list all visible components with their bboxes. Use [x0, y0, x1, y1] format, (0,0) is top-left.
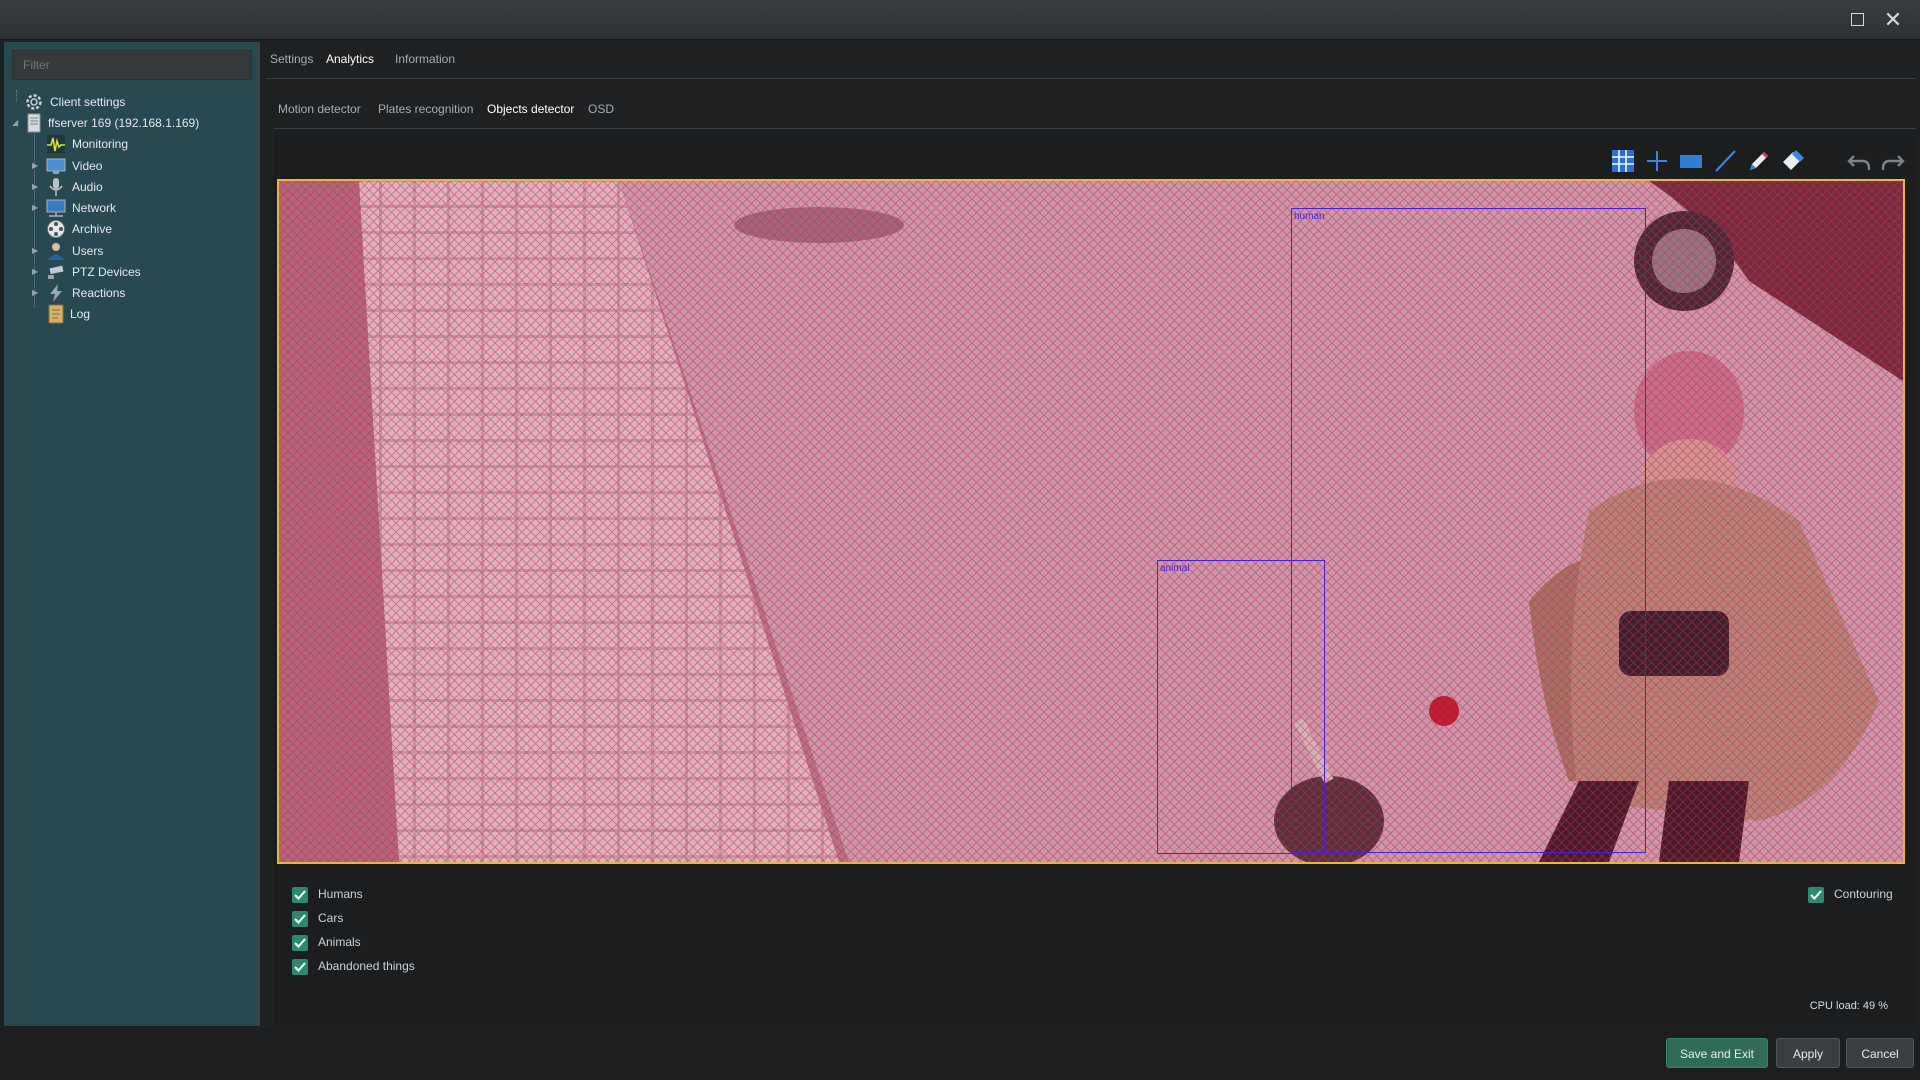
check-icon — [292, 959, 308, 975]
user-icon — [48, 243, 64, 260]
detection-label: animal — [1160, 563, 1190, 574]
chevron-down-icon[interactable]: ◢ — [12, 111, 22, 135]
checkbox-cars[interactable]: Cars — [292, 909, 492, 929]
checkbox-contouring[interactable]: Contouring — [1808, 885, 1904, 905]
divider — [266, 78, 1916, 79]
grid-icon[interactable] — [1610, 148, 1636, 174]
network-icon — [46, 199, 66, 217]
detection-box-animal: animal — [1157, 560, 1325, 854]
apply-button[interactable]: Apply — [1776, 1038, 1840, 1068]
checkbox-label: Humans — [318, 887, 363, 901]
checkbox-humans[interactable]: Humans — [292, 885, 492, 905]
checkbox-label: Cars — [318, 911, 344, 925]
settings-sidebar: Client settings ◢ ffserver 169 (192.168.… — [4, 42, 260, 1026]
checkbox-label: Contouring — [1834, 887, 1893, 901]
checkbox-animals[interactable]: Animals — [292, 933, 492, 953]
tree-item-label: Archive — [72, 222, 113, 236]
eraser-icon[interactable] — [1780, 148, 1806, 174]
subtab-objects-detector[interactable]: Objects detector — [487, 102, 574, 116]
detection-box-human: human — [1291, 208, 1646, 853]
close-button[interactable]: ✕ — [1882, 9, 1904, 31]
tree-item-label: Monitoring — [72, 137, 129, 151]
filter-input[interactable] — [12, 50, 252, 80]
checkbox-label: Abandoned things — [318, 959, 415, 973]
redo-icon[interactable] — [1880, 148, 1906, 174]
divider — [274, 128, 1916, 129]
zone-toolbar — [1610, 148, 1910, 174]
film-reel-icon — [47, 220, 65, 238]
tab-analytics[interactable]: Analytics — [326, 52, 374, 66]
cpu-load-status: CPU load: 49 % — [1809, 1000, 1888, 1012]
checkbox-label: Animals — [318, 935, 361, 949]
log-icon — [48, 304, 64, 324]
tab-settings[interactable]: Settings — [270, 52, 313, 66]
undo-icon[interactable] — [1846, 148, 1872, 174]
pencil-icon[interactable] — [1746, 148, 1772, 174]
camera-view[interactable]: human animal — [277, 179, 1905, 864]
check-icon — [292, 887, 308, 903]
monitor-icon — [46, 158, 66, 174]
checkbox-abandoned-things[interactable]: Abandoned things — [292, 957, 492, 977]
plus-icon[interactable] — [1644, 148, 1670, 174]
ptz-camera-icon — [48, 265, 64, 279]
lightning-icon — [50, 284, 62, 302]
tab-information[interactable]: Information — [395, 52, 455, 66]
subtab-plates-recognition[interactable]: Plates recognition — [378, 102, 473, 116]
maximize-icon — [1850, 13, 1864, 26]
gear-icon — [26, 94, 42, 110]
subtab-osd[interactable]: OSD — [588, 102, 614, 116]
server-icon — [27, 113, 41, 133]
rectangle-icon[interactable] — [1678, 148, 1704, 174]
tree-item-label: Log — [70, 307, 91, 321]
check-icon — [292, 911, 308, 927]
cancel-button[interactable]: Cancel — [1846, 1038, 1914, 1068]
dialog-footer: Save and Exit Apply Cancel — [0, 1028, 1920, 1080]
pulse-icon — [47, 135, 65, 153]
check-icon — [1808, 887, 1824, 903]
save-and-exit-button[interactable]: Save and Exit — [1666, 1038, 1768, 1068]
detector-panel: human animal Humans Cars Animals Abandon… — [274, 130, 1916, 1026]
detection-label: human — [1294, 211, 1325, 222]
chevron-right-icon[interactable]: ▶ — [32, 281, 42, 305]
title-bar: ✕ — [0, 0, 1920, 40]
subtab-motion-detector[interactable]: Motion detector — [278, 102, 361, 116]
check-icon — [292, 935, 308, 951]
line-icon[interactable] — [1712, 148, 1738, 174]
camera-frame — [279, 181, 1903, 862]
microphone-icon — [49, 178, 63, 196]
maximize-button[interactable] — [1846, 9, 1868, 31]
chevron-right-icon[interactable]: ▶ — [32, 196, 42, 220]
main-content: Settings Analytics Information Motion de… — [262, 42, 1916, 1028]
